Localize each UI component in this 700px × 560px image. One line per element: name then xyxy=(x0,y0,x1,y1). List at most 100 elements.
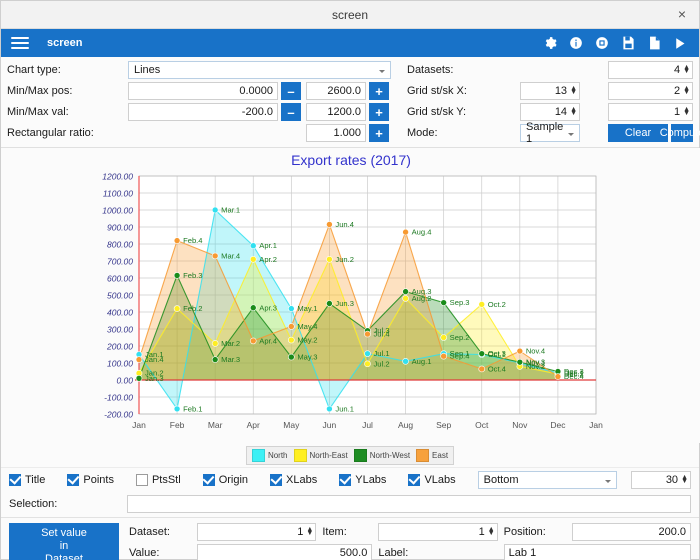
chart-plot[interactable]: 1200.00 1100.00 1000.00 900.00 800.00 700.00 6… xyxy=(1,148,700,443)
data-point[interactable] xyxy=(173,272,181,279)
data-point[interactable] xyxy=(478,365,486,373)
data-point[interactable] xyxy=(211,340,219,347)
min-pos-decrement-button[interactable]: – xyxy=(281,82,301,100)
grid-x-step-stepper[interactable]: 13 ▲ ▼ xyxy=(520,82,580,100)
data-point[interactable] xyxy=(402,358,409,365)
data-point[interactable] xyxy=(364,350,371,357)
data-point[interactable] xyxy=(516,358,524,366)
compute-button[interactable]: Compute xyxy=(660,124,700,142)
max-val-increment-button[interactable]: + xyxy=(369,103,389,121)
checkbox-box-icon[interactable] xyxy=(408,474,421,486)
data-point[interactable] xyxy=(173,237,181,244)
checkbox-xlabs[interactable]: XLabs xyxy=(270,474,317,486)
stepper-arrows-icon[interactable]: ▲ ▼ xyxy=(570,106,577,117)
save-file-icon[interactable] xyxy=(615,31,641,55)
run-play-icon[interactable] xyxy=(667,31,693,55)
checkbox-box-icon[interactable] xyxy=(270,474,283,486)
data-point-label: Nov.3 xyxy=(526,358,545,367)
data-point[interactable] xyxy=(478,301,486,308)
stepper-arrows-icon[interactable]: ▲ ▼ xyxy=(306,526,313,537)
data-point[interactable] xyxy=(440,299,447,306)
datasets-stepper[interactable]: 4 ▲ ▼ xyxy=(608,61,693,79)
data-point[interactable] xyxy=(440,334,447,341)
checkbox-ylabs[interactable]: YLabs xyxy=(339,474,386,486)
max-val-field[interactable]: 1200.0 xyxy=(306,103,366,121)
checkbox-points[interactable]: Points xyxy=(67,474,114,486)
stepper-arrows-icon[interactable]: ▲ ▼ xyxy=(488,526,495,537)
label-field[interactable]: Lab 1 xyxy=(503,544,691,560)
data-point[interactable] xyxy=(249,337,257,345)
data-point[interactable] xyxy=(135,375,143,382)
data-point[interactable] xyxy=(288,336,295,344)
checkbox-box-icon[interactable] xyxy=(9,474,21,486)
legend-size-stepper[interactable]: 30 ▲ ▼ xyxy=(630,471,691,489)
data-point[interactable] xyxy=(364,330,371,338)
stepper-arrows-icon[interactable]: ▲ ▼ xyxy=(570,85,577,96)
stepper-arrows-icon[interactable]: ▲ ▼ xyxy=(683,64,690,75)
data-point[interactable] xyxy=(249,242,257,249)
rect-ratio-increment-button[interactable]: + xyxy=(369,124,389,142)
data-point[interactable] xyxy=(288,353,295,361)
checkbox-vlabs[interactable]: VLabs xyxy=(408,474,456,486)
data-point[interactable] xyxy=(326,256,333,263)
settings-gear-icon[interactable] xyxy=(537,31,563,55)
globe-chip-icon[interactable] xyxy=(589,31,615,55)
data-point[interactable] xyxy=(173,405,181,413)
max-pos-field[interactable]: 2600.0 xyxy=(306,82,366,100)
data-point[interactable] xyxy=(554,373,562,380)
checkbox-ptsstl[interactable]: PtsStl xyxy=(135,474,181,486)
data-point[interactable] xyxy=(135,356,143,363)
stepper-arrows-icon[interactable]: ▲ ▼ xyxy=(681,474,688,485)
data-point-label: Feb.4 xyxy=(183,236,202,245)
data-point[interactable] xyxy=(288,323,295,330)
data-point[interactable] xyxy=(249,256,257,263)
data-point[interactable] xyxy=(326,300,333,307)
position-field[interactable]: 200.0 xyxy=(571,523,691,541)
data-point[interactable] xyxy=(326,221,333,228)
min-val-decrement-button[interactable]: – xyxy=(281,103,301,121)
data-point[interactable] xyxy=(402,295,409,302)
hamburger-icon[interactable] xyxy=(7,32,33,54)
data-point[interactable] xyxy=(478,350,486,357)
min-pos-field[interactable]: 0.0000 xyxy=(128,82,278,100)
data-point-label: Aug.3 xyxy=(412,287,432,296)
grid-y-skip-stepper[interactable]: 1 ▲ ▼ xyxy=(608,103,693,121)
value-field[interactable]: 500.0 xyxy=(197,544,373,560)
checkbox-box-icon[interactable] xyxy=(339,474,352,486)
legend-position-select[interactable]: Bottom xyxy=(477,471,617,489)
set-value-in-dataset-button[interactable]: Set value in Dataset xyxy=(9,523,119,560)
data-point[interactable] xyxy=(211,356,219,363)
selection-input[interactable] xyxy=(127,495,691,513)
checkbox-box-icon[interactable] xyxy=(67,474,80,486)
rect-ratio-field[interactable]: 1.000 xyxy=(306,124,366,142)
mode-select[interactable]: Sample 1 xyxy=(520,121,580,145)
data-point[interactable] xyxy=(211,252,219,260)
checkbox-origin[interactable]: Origin xyxy=(202,474,248,486)
data-point[interactable] xyxy=(173,305,181,312)
item-stepper[interactable]: 1 ▲ ▼ xyxy=(378,523,498,541)
info-circle-icon[interactable] xyxy=(563,31,589,55)
close-icon[interactable]: × xyxy=(673,5,691,23)
max-pos-increment-button[interactable]: + xyxy=(369,82,389,100)
stepper-arrows-icon[interactable]: ▲ ▼ xyxy=(683,106,690,117)
stepper-arrows-icon[interactable]: ▲ ▼ xyxy=(683,85,690,96)
chart-type-select[interactable]: Lines xyxy=(128,61,391,79)
y-axis-tick-label: 0.00 xyxy=(116,376,133,386)
min-val-field[interactable]: -200.0 xyxy=(128,103,278,121)
data-point[interactable] xyxy=(326,405,333,413)
data-point[interactable] xyxy=(516,347,524,355)
checkbox-title[interactable]: Title xyxy=(9,474,45,486)
checkbox-box-icon[interactable] xyxy=(135,474,148,486)
new-document-icon[interactable] xyxy=(641,31,667,55)
data-point[interactable] xyxy=(402,228,409,236)
data-point[interactable] xyxy=(288,305,295,312)
data-point[interactable] xyxy=(249,304,257,312)
data-point[interactable] xyxy=(211,206,219,214)
dataset-stepper[interactable]: 1 ▲ ▼ xyxy=(197,523,317,541)
data-point[interactable] xyxy=(402,288,409,295)
data-point[interactable] xyxy=(440,352,447,360)
grid-y-step-stepper[interactable]: 14 ▲ ▼ xyxy=(520,103,580,121)
checkbox-box-icon[interactable] xyxy=(202,474,215,486)
grid-x-skip-stepper[interactable]: 2 ▲ ▼ xyxy=(608,82,693,100)
data-point[interactable] xyxy=(364,360,371,368)
